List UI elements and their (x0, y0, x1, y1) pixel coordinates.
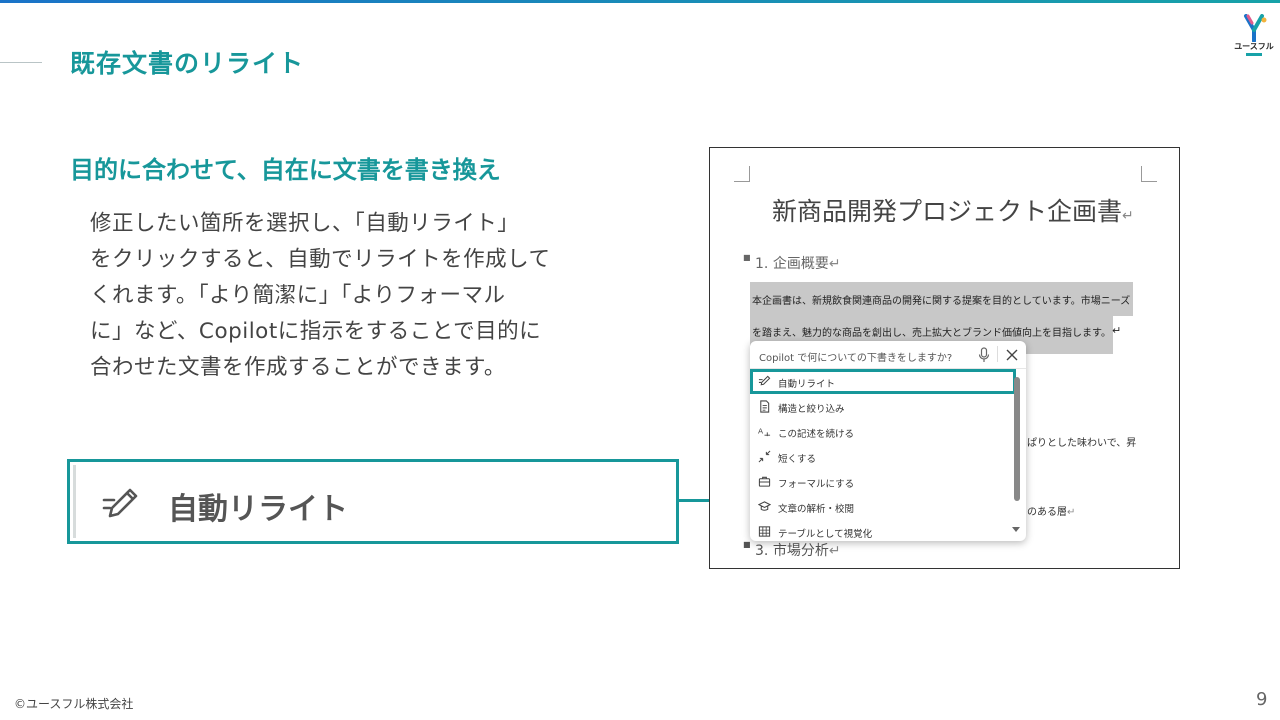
document-heading-3: ■ 3. 市場分析↵ (743, 540, 841, 560)
page-number: 9 (1256, 689, 1268, 710)
menu-item-review[interactable]: 文章の解析・校閲 (750, 494, 1016, 519)
menu-item-auto-rewrite[interactable]: 自動リライト (750, 369, 1016, 394)
menu-item-label: テーブルとして視覚化 (778, 529, 873, 540)
briefcase-icon (758, 476, 771, 487)
menu-item-structure[interactable]: 構造と絞り込み (750, 394, 1016, 419)
document-icon (760, 400, 770, 413)
body-line: に」など、Copilotに指示をすることで目的に (90, 319, 542, 344)
margin-corner-mark (734, 166, 750, 182)
copilot-prompt-bar: Copilot で何についての下書きをしますか? (750, 341, 1026, 369)
menu-item-continue-writing[interactable]: A この記述を続ける (750, 419, 1016, 444)
shrink-icon (758, 450, 771, 463)
selected-text-line: 本企画書は、新規飲食関連商品の開発に関する提案を目的としています。市場ニーズ (752, 296, 1131, 307)
return-mark: ↵ (828, 256, 841, 272)
menu-item-label: フォーマルにする (778, 479, 855, 490)
graduation-cap-icon (758, 501, 771, 511)
zoom-left-edge (73, 465, 76, 538)
return-mark: ↵ (1122, 208, 1134, 224)
copilot-draft-popup: Copilot で何についての下書きをしますか? 自動リライト 構造と絞り込み … (750, 341, 1026, 541)
zoom-label: 自動リライト (168, 492, 348, 527)
logo-mark-icon (1244, 14, 1267, 43)
body-line: くれます。「より簡潔に」「よりフォーマル (90, 283, 506, 308)
menu-item-label: 短くする (778, 454, 817, 465)
body-line: をクリックすると、自動でリライトを作成して (90, 247, 551, 272)
copyright-footer: ©ユースフル株式会社 (14, 697, 134, 711)
body-line: 修正したい箇所を選択し、「自動リライト」 (90, 211, 520, 236)
continue-text-icon: A (758, 426, 771, 437)
menu-item-label: 自動リライト (778, 379, 836, 390)
table-icon (758, 526, 771, 537)
company-logo: ユースフル (1234, 14, 1274, 58)
logo-underline (1246, 53, 1262, 56)
menu-item-formal[interactable]: フォーマルにする (750, 469, 1016, 494)
margin-corner-mark (1141, 166, 1157, 182)
word-document-screenshot: 新商品開発プロジェクト企画書↵ ■ 1. 企画概要↵ 本企画書は、新規飲食関連商… (709, 147, 1180, 569)
microphone-icon[interactable] (978, 347, 990, 363)
return-mark: ↵ (828, 543, 841, 559)
slide-subtitle: 目的に合わせて、自在に文書を書き換え (70, 156, 501, 184)
close-icon[interactable] (1005, 348, 1019, 362)
zoomed-auto-rewrite-callout: 自動リライト (67, 459, 679, 544)
title-rule (0, 62, 42, 63)
menu-item-label: この記述を続ける (778, 429, 855, 440)
pen-edit-icon (102, 488, 138, 518)
body-paragraph: 修正したい箇所を選択し、「自動リライト」 をクリックすると、自動でリライトを作成… (90, 206, 600, 386)
top-accent-bar (0, 0, 1280, 3)
heading-3-text: 3. 市場分析 (755, 543, 829, 559)
document-title: 新商品開発プロジェクト企画書↵ (772, 192, 1134, 228)
document-heading-1: ■ 1. 企画概要↵ (743, 253, 841, 273)
partial-text-fragment: ぱりとした味わいで、昇 (1027, 438, 1137, 449)
logo-text: ユースフル (1234, 42, 1274, 51)
text-selection-highlight[interactable]: 本企画書は、新規飲食関連商品の開発に関する提案を目的としています。市場ニーズ (750, 282, 1133, 316)
menu-item-label: 構造と絞り込み (778, 404, 845, 415)
menu-item-shorten[interactable]: 短くする (750, 444, 1016, 469)
selected-text-line: を踏まえ、魅力的な商品を創出し、売上拡大とブランド価値向上を目指します。 (752, 328, 1111, 339)
bullet-icon: ■ (743, 253, 751, 262)
bullet-icon: ■ (743, 540, 751, 549)
scroll-down-arrow-icon[interactable] (1012, 527, 1020, 532)
body-line: 合わせた文書を作成することができます。 (90, 355, 506, 380)
menu-item-table[interactable]: テーブルとして視覚化 (750, 519, 1016, 541)
svg-text:A: A (758, 426, 763, 435)
slide-title: 既存文書のリライト (70, 49, 305, 78)
copilot-prompt-input[interactable]: Copilot で何についての下書きをしますか? (759, 349, 952, 364)
menu-scrollbar-thumb[interactable] (1014, 377, 1020, 501)
partial-text-fragment: のある層↵ (1027, 507, 1076, 518)
menu-item-label: 文章の解析・校閲 (778, 504, 855, 515)
document-title-text: 新商品開発プロジェクト企画書 (772, 197, 1123, 226)
pen-edit-icon (758, 375, 771, 386)
heading-1-text: 1. 企画概要 (755, 256, 829, 272)
return-mark: ↵ (1112, 324, 1122, 337)
header-separator (997, 346, 998, 362)
